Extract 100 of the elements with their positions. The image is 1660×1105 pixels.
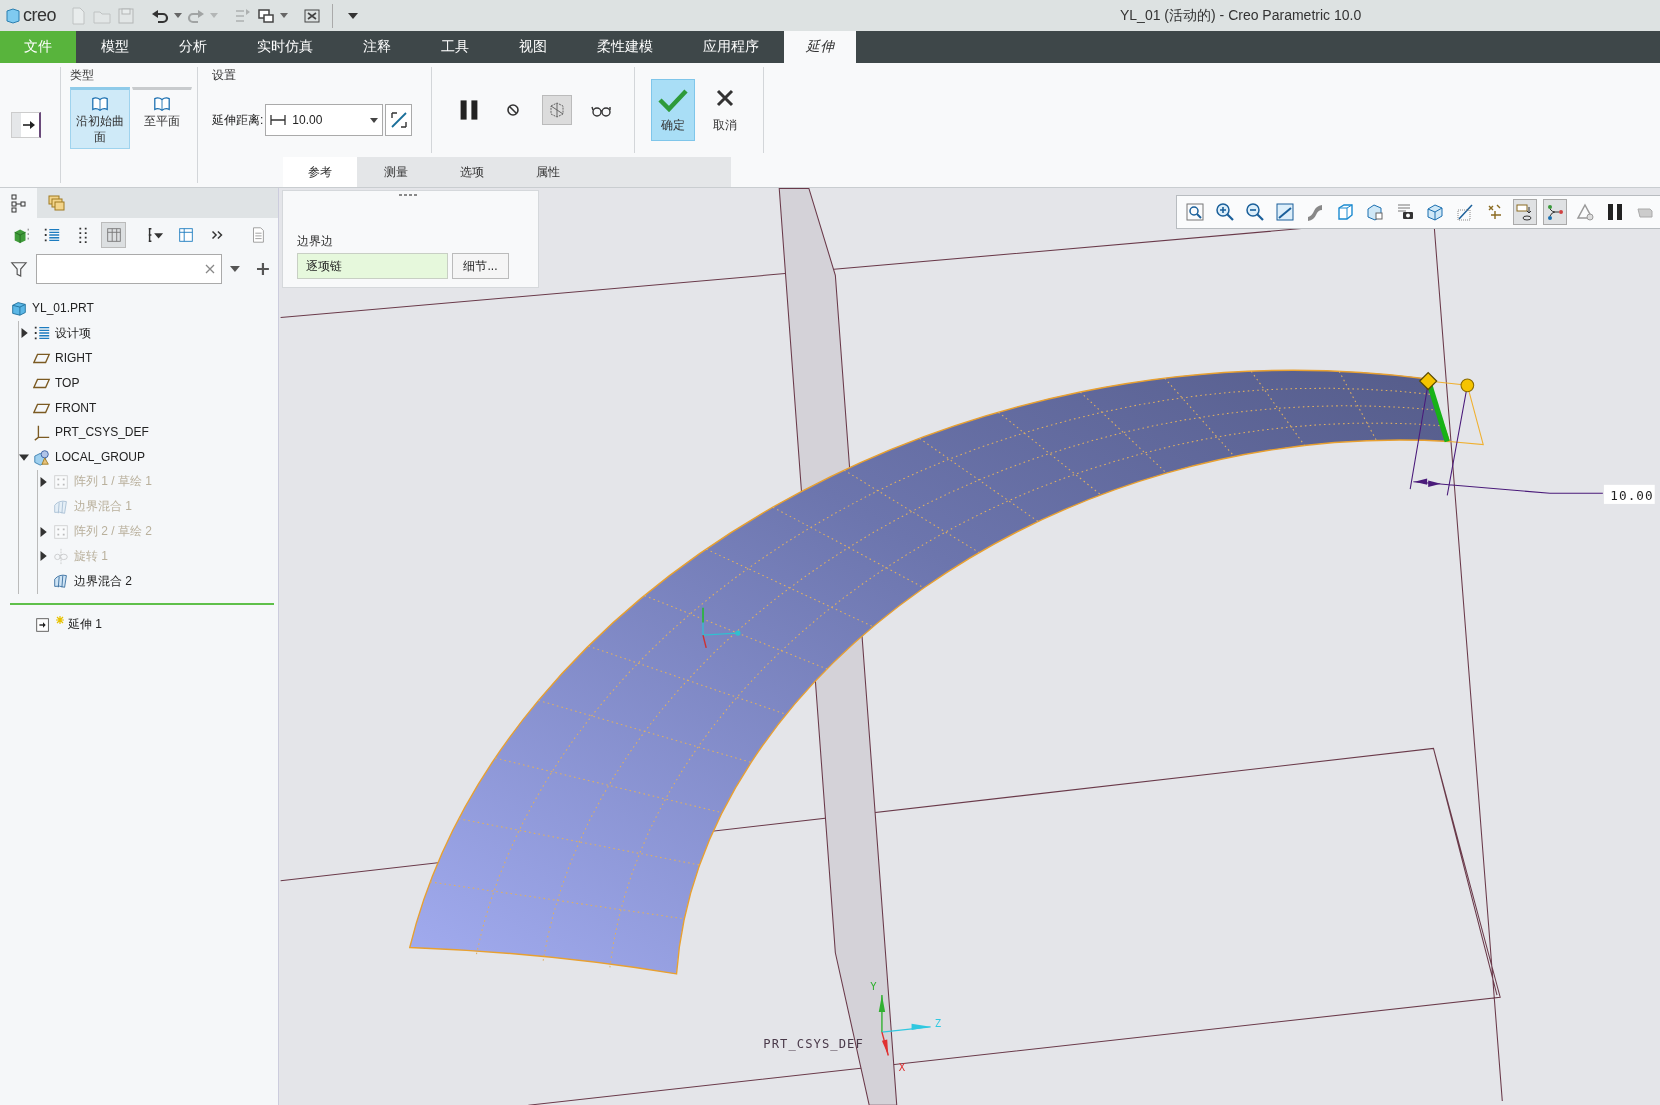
- table-icon: [176, 226, 195, 244]
- tree-item[interactable]: TOP: [55, 375, 80, 390]
- section-plane-icon: [1455, 202, 1475, 222]
- revolve-icon: [52, 547, 70, 566]
- tree-item[interactable]: RIGHT: [55, 351, 93, 365]
- connector-icon: [1545, 202, 1565, 222]
- insert-marker[interactable]: [10, 602, 274, 605]
- arrow-icon: [23, 120, 35, 130]
- view-manager-icon: [1365, 202, 1385, 222]
- extend-icon: [34, 615, 52, 634]
- expand-triangle-icon[interactable]: [38, 476, 48, 487]
- menu-tab[interactable]: 柔性建模: [572, 31, 678, 63]
- menu-tab[interactable]: 模型: [76, 31, 154, 63]
- add-icon[interactable]: [256, 262, 270, 276]
- type-option[interactable]: 至平面: [132, 87, 192, 149]
- distance-icon: [270, 113, 287, 127]
- collapse-button[interactable]: [11, 112, 41, 138]
- expand-triangle-icon[interactable]: [19, 328, 29, 339]
- flip-button[interactable]: [385, 104, 413, 136]
- triangle-icon: [1575, 202, 1595, 222]
- refit-icon: [1185, 202, 1205, 222]
- dimension-label[interactable]: 10.00: [1603, 484, 1655, 504]
- confirm-button[interactable]: 确定: [651, 79, 695, 141]
- tree-item[interactable]: 设计项: [55, 324, 91, 342]
- type-option[interactable]: 沿初始曲面: [70, 87, 130, 149]
- group-label: 类型: [70, 67, 95, 84]
- preview-icon: [547, 100, 567, 120]
- layers-icon: [45, 193, 66, 213]
- preview-button[interactable]: [542, 95, 572, 125]
- menu-tab[interactable]: 分析: [154, 31, 232, 63]
- cube-outline-icon: [1335, 202, 1355, 222]
- curved-surface[interactable]: [409, 369, 1451, 975]
- connector-button[interactable]: [1543, 199, 1567, 225]
- collector-field[interactable]: 逐项链: [297, 253, 448, 279]
- menu-tab[interactable]: 视图: [494, 31, 572, 63]
- clear-icon[interactable]: [205, 264, 216, 274]
- annotation-button[interactable]: [1513, 199, 1537, 225]
- pattern-icon: [52, 522, 70, 541]
- menu-tab[interactable]: 延伸: [784, 31, 856, 63]
- coordinate-axes-drawing: [878, 994, 932, 1057]
- menu-tab[interactable]: 注释: [338, 31, 416, 63]
- panel-tab[interactable]: [0, 188, 37, 218]
- expand-triangle-icon[interactable]: [38, 526, 48, 537]
- tree-item[interactable]: LOCAL_GROUP: [55, 450, 146, 465]
- dropdown-caret-icon[interactable]: [174, 12, 182, 19]
- resize-grip[interactable]: [398, 193, 418, 197]
- app-name: creo: [23, 5, 56, 26]
- cube-icon: [10, 299, 28, 318]
- filter-icon[interactable]: [10, 260, 28, 278]
- field-label: 边界边: [297, 233, 334, 250]
- cube-logo-icon: [6, 7, 20, 24]
- tree-item[interactable]: 边界混合 2: [74, 572, 132, 590]
- cancel-button[interactable]: 取消: [703, 79, 747, 141]
- tree-icon: [8, 193, 29, 213]
- group-icon: [33, 448, 51, 467]
- dropdown-caret-icon[interactable]: [230, 266, 241, 272]
- drag-handle[interactable]: [1460, 378, 1475, 393]
- window-title: YL_01 (活动的) - Creo Parametric 10.0: [1120, 7, 1362, 25]
- zoom-out-icon: [1245, 202, 1265, 222]
- columns-icon: [104, 226, 123, 244]
- extension-preview: [1426, 380, 1484, 446]
- menu-tab[interactable]: 应用程序: [678, 31, 784, 63]
- menu-tab[interactable]: 工具: [416, 31, 494, 63]
- tree-item[interactable]: YL_01.PRT: [32, 301, 94, 316]
- flip-arrows-icon: [388, 110, 409, 130]
- book-icon: [91, 95, 109, 113]
- repaint-icon: [1275, 202, 1295, 222]
- search-field[interactable]: [35, 254, 223, 284]
- checkmark-icon: [658, 88, 688, 112]
- coordinate-axes-drawing: [702, 606, 741, 649]
- close-icon: [715, 88, 735, 108]
- panel-tab[interactable]: 参考: [283, 157, 357, 187]
- distance-dropdown[interactable]: 10.00: [265, 104, 384, 136]
- axis-label: Y: [870, 979, 877, 992]
- group-label: 设置: [212, 67, 237, 84]
- list-icon: [42, 226, 61, 244]
- drag-handle[interactable]: [1418, 371, 1438, 391]
- wireframe-cube-icon: [1425, 202, 1445, 222]
- tree-item[interactable]: FRONT: [55, 400, 97, 415]
- tree-item[interactable]: PRT_CSYS_DEF: [55, 425, 149, 440]
- dropdown-caret-icon[interactable]: [280, 12, 288, 19]
- zoom-in-icon: [1215, 202, 1235, 222]
- field-label: 延伸距离:: [212, 111, 264, 129]
- menu-tab[interactable]: 实时仿真: [232, 31, 338, 63]
- pattern-icon: [52, 472, 70, 491]
- axis-label: X: [898, 1061, 906, 1074]
- axis-label: Z: [934, 1016, 942, 1029]
- collapse-triangle-icon[interactable]: [19, 452, 29, 463]
- tree-item[interactable]: 延伸 1: [68, 616, 102, 634]
- details-button[interactable]: 细节...: [452, 253, 509, 279]
- camera-icon: [1395, 202, 1415, 222]
- surface-icon: [52, 572, 70, 591]
- dropdown-caret-icon: [370, 117, 379, 123]
- book-icon: [153, 95, 171, 113]
- annotation-icon: [1515, 202, 1535, 222]
- expand-triangle-icon[interactable]: [38, 551, 48, 562]
- columns-button[interactable]: [101, 222, 126, 248]
- coordinate-icon: [33, 423, 51, 442]
- pause-icon: [1605, 202, 1625, 222]
- shaded-shape-icon: [1305, 202, 1325, 222]
